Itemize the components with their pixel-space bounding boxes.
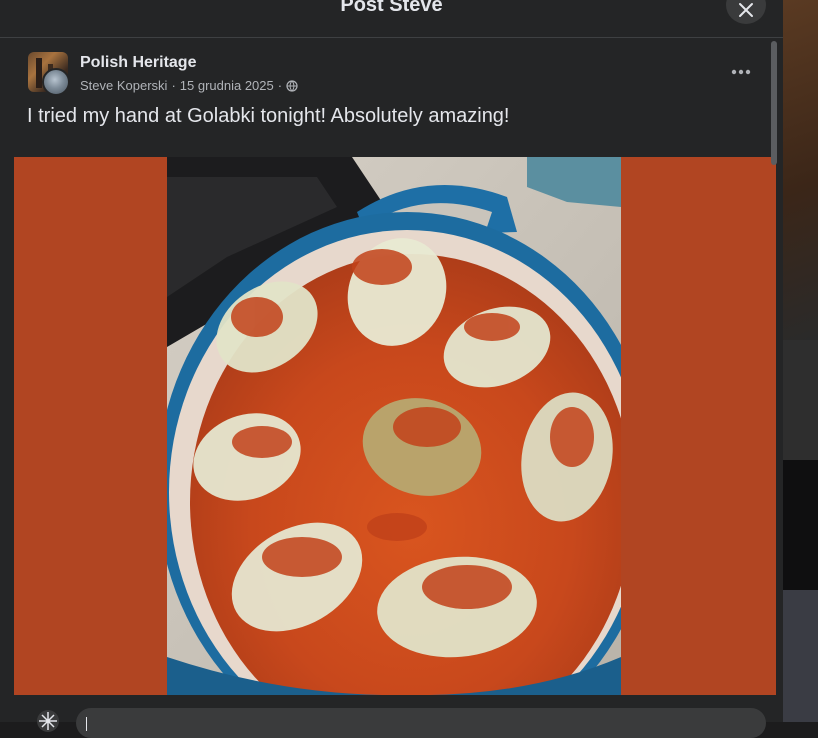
globe-icon [286,79,298,92]
background-panel-lower [783,590,818,722]
comment-bar [0,695,783,738]
post-media[interactable] [14,157,776,695]
background-panel [783,340,818,460]
more-options-button[interactable] [725,59,757,85]
post-text: I tried my hand at Golabki tonight! Abso… [27,105,510,127]
comment-input[interactable] [76,708,766,738]
author-link[interactable]: Steve Koperski [80,78,167,93]
close-button[interactable] [726,0,766,24]
background-photo [783,0,818,340]
text-caret [86,717,87,731]
background-panel-dark [783,460,818,590]
author-avatar[interactable] [42,68,70,96]
post-content[interactable]: Polish Heritage Steve Koperski · 15 grud… [14,39,776,695]
more-options-icon [731,69,751,75]
background-page [783,0,818,722]
modal-scrollbar[interactable] [769,39,780,695]
meta-separator-2: · [277,78,283,93]
group-name-link[interactable]: Polish Heritage [80,54,196,72]
post-meta: Steve Koperski · 15 grudnia 2025 · [80,78,298,93]
scrollbar-thumb[interactable] [771,41,777,165]
commenter-avatar-icon[interactable] [36,709,60,733]
close-icon [739,3,753,17]
post-photo[interactable] [167,157,621,695]
post-date[interactable]: 15 grudnia 2025 [180,78,274,93]
meta-separator: · [171,78,176,93]
modal-title: Post Steve [340,0,443,16]
post-modal: Post Steve Polish Heritage Steve Kopersk… [0,0,783,738]
modal-header: Post Steve [0,0,783,38]
